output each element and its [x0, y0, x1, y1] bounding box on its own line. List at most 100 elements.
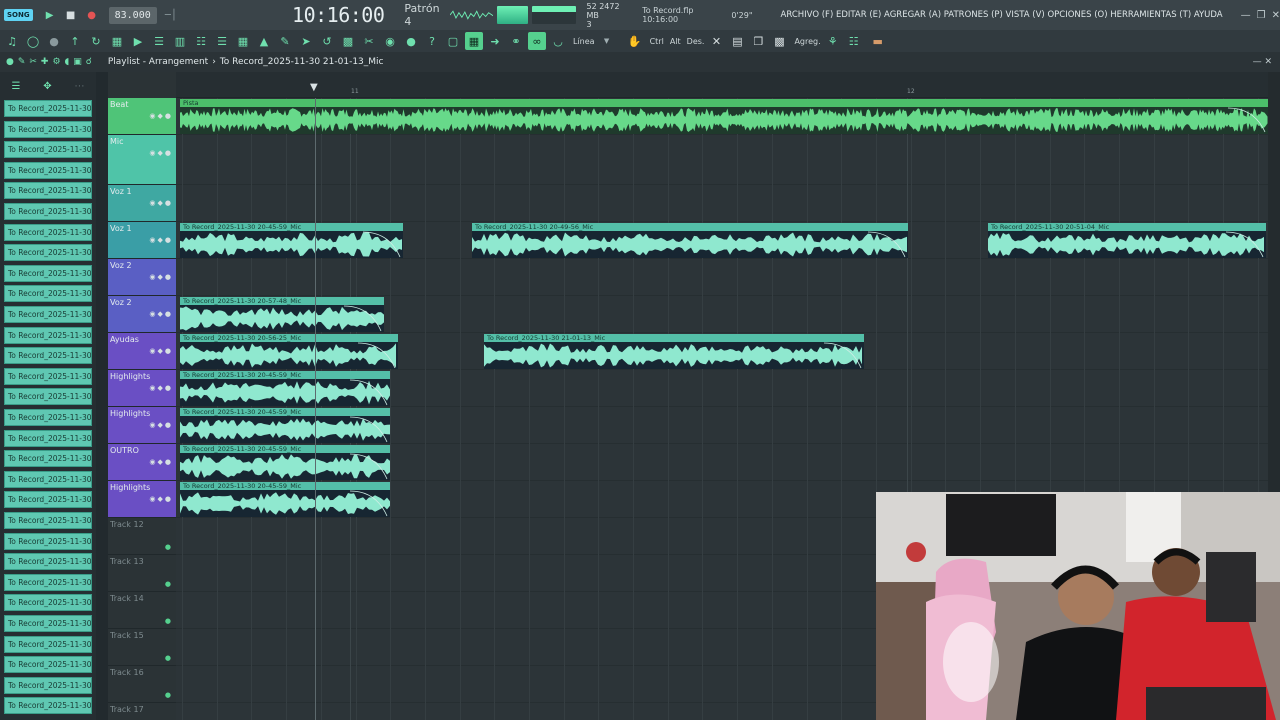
magnet-icon[interactable]: ∞: [528, 32, 546, 50]
beat-audio-clip[interactable]: Pista: [180, 99, 1268, 134]
track-name[interactable]: Track 17: [110, 705, 144, 714]
track-name[interactable]: Track 16: [110, 668, 144, 677]
picker-clip-item[interactable]: To Record_2025-11-30 2...: [4, 367, 92, 385]
cut-icon[interactable]: ✂: [360, 32, 378, 50]
track-mute-solo-icons[interactable]: ◉◆●: [149, 347, 173, 355]
picker-clip-item[interactable]: To Record_2025-11-30 2...: [4, 512, 92, 529]
picker-clip-item[interactable]: To Record_2025-11-30 2...: [4, 429, 92, 447]
audio-clip[interactable]: To Record_2025-11-30 20-56-25_Mic: [180, 334, 398, 369]
track-header[interactable]: Track 17●: [108, 703, 176, 720]
track-mute-solo-icons[interactable]: ◉◆●: [149, 421, 173, 429]
picker-clip-item[interactable]: To Record_2025-11-30 2...: [4, 491, 92, 509]
picker-clip-item[interactable]: To Record_2025-11-30 2...: [4, 409, 92, 426]
track-name[interactable]: Voz 1: [110, 224, 132, 233]
menu-items[interactable]: ARCHIVO (F) EDITAR (E) AGREGAR (A) PATRO…: [781, 10, 1223, 20]
picker-clip-item[interactable]: To Record_2025-11-30 2...: [4, 573, 92, 591]
picker-clip-item[interactable]: To Record_2025-11-30 2...: [4, 264, 92, 282]
step-edit-icon[interactable]: ▦: [108, 32, 126, 50]
picker-clip-item[interactable]: To Record_2025-11-30 2...: [4, 697, 92, 715]
track-header[interactable]: Mic ◉◆●: [108, 135, 176, 185]
track-header[interactable]: Voz 2 ◉◆●: [108, 296, 176, 333]
pattern-selector[interactable]: Patrón 4: [404, 2, 439, 28]
audio-clip[interactable]: To Record_2025-11-30 20-45-59_Mic: [180, 482, 390, 517]
main-menu[interactable]: ARCHIVO (F) EDITAR (E) AGREGAR (A) PATRO…: [781, 10, 1227, 20]
track-mute-solo-icons[interactable]: ●: [165, 654, 173, 662]
track-header[interactable]: Highlights ◉◆●: [108, 370, 176, 407]
copy-icon[interactable]: ❐: [749, 32, 767, 50]
close-icon[interactable]: ✕: [1272, 10, 1280, 21]
picker-clip-item[interactable]: To Record_2025-11-30 2...: [4, 347, 92, 365]
picker-clip-item[interactable]: To Record_2025-11-30 2...: [4, 388, 92, 406]
track-mute-solo-icons[interactable]: ●: [165, 580, 173, 588]
deselect-label[interactable]: Des.: [687, 37, 705, 46]
tempo-display[interactable]: 83.000: [108, 6, 157, 24]
track-mute-solo-icons[interactable]: ◉◆●: [149, 112, 173, 120]
picker-options-icon[interactable]: ☰: [11, 81, 20, 92]
track-mute-solo-icons[interactable]: ◉◆●: [149, 495, 173, 503]
track-name[interactable]: Track 12: [110, 520, 144, 529]
picker-clip-item[interactable]: To Record_2025-11-30 2...: [4, 285, 92, 303]
snap-grid-icon[interactable]: ▦: [465, 32, 483, 50]
track-mute-solo-icons[interactable]: ◉◆●: [149, 199, 173, 207]
audio-clip[interactable]: To Record_2025-11-30 20-49-56_Mic: [472, 223, 908, 258]
audio-clip[interactable]: To Record_2025-11-30 21-01-13_Mic: [484, 334, 864, 369]
add-label[interactable]: Agreg.: [794, 37, 820, 46]
hand-icon[interactable]: ✋: [626, 32, 644, 50]
track-header[interactable]: Track 16 ●: [108, 666, 176, 703]
track-header[interactable]: Track 15 ●: [108, 629, 176, 666]
picker-clip-item[interactable]: To Record_2025-11-30 2...: [4, 100, 92, 117]
track-mute-solo-icons[interactable]: ◉◆●: [149, 236, 173, 244]
mic-icon[interactable]: ◉: [381, 32, 399, 50]
playhead-marker-icon[interactable]: ▼: [310, 82, 318, 93]
audio-clip[interactable]: To Record_2025-11-30 20-51-04_Mic: [988, 223, 1266, 258]
track-name[interactable]: Voz 1: [110, 187, 132, 196]
picker-clip-item[interactable]: To Record_2025-11-30 2...: [4, 120, 92, 138]
snap-mode-label[interactable]: Línea: [573, 37, 595, 46]
help-icon[interactable]: ?: [423, 32, 441, 50]
picker-clip-item[interactable]: To Record_2025-11-30 2...: [4, 594, 92, 612]
playlist-icon[interactable]: ☰: [150, 32, 168, 50]
track-name[interactable]: Track 13: [110, 557, 144, 566]
blend-notes-icon[interactable]: ↑: [66, 32, 84, 50]
wait-record-icon[interactable]: ◯: [24, 32, 42, 50]
track-name[interactable]: Voz 2: [110, 261, 132, 270]
track-mute-solo-icons[interactable]: ◉◆●: [149, 458, 173, 466]
export-icon[interactable]: ▤: [728, 32, 746, 50]
track-lane[interactable]: [176, 135, 1268, 185]
channel-rack-icon[interactable]: ☷: [192, 32, 210, 50]
track-name[interactable]: Highlights: [110, 372, 150, 381]
track-mute-solo-icons[interactable]: ◉◆●: [149, 149, 173, 157]
track-lane[interactable]: [176, 185, 1268, 222]
track-mute-solo-icons[interactable]: ◉◆●: [149, 310, 173, 318]
alt-label[interactable]: Alt: [670, 37, 681, 46]
save-icon[interactable]: ▩: [339, 32, 357, 50]
track-mute-solo-icons[interactable]: ●: [165, 617, 173, 625]
track-name[interactable]: Highlights: [110, 409, 150, 418]
metronome-icon[interactable]: ♫: [3, 32, 21, 50]
picker-clip-item[interactable]: To Record_2025-11-30 2...: [4, 450, 92, 468]
audio-clip[interactable]: To Record_2025-11-30 20-45-59_Mic: [180, 445, 390, 480]
audio-clip[interactable]: To Record_2025-11-30 20-45-59_Mic: [180, 223, 403, 258]
picker-clip-item[interactable]: To Record_2025-11-30 2...: [4, 326, 92, 344]
picker-clip-item[interactable]: To Record_2025-11-30 2...: [4, 182, 92, 200]
paste-icon[interactable]: ▩: [770, 32, 788, 50]
arrow-icon[interactable]: ➜: [486, 32, 504, 50]
link-icon[interactable]: ⚭: [507, 32, 525, 50]
mixer-icon[interactable]: ☰: [213, 32, 231, 50]
playhead[interactable]: [315, 98, 316, 720]
track-name[interactable]: Track 15: [110, 631, 144, 640]
track-header[interactable]: Highlights ◉◆●: [108, 481, 176, 518]
chat-icon[interactable]: ●: [402, 32, 420, 50]
track-header[interactable]: Beat ◉◆●: [108, 98, 176, 135]
current-pattern[interactable]: To Record_2025-11-30 21-01-13_Mic: [220, 57, 384, 67]
headphones-icon[interactable]: ◡: [549, 32, 567, 50]
browser-icon[interactable]: ▦: [234, 32, 252, 50]
track-header[interactable]: Track 13 ●: [108, 555, 176, 592]
track-header[interactable]: Highlights ◉◆●: [108, 407, 176, 444]
vertical-scrollbar[interactable]: [1268, 72, 1280, 492]
snap-dropdown-icon[interactable]: ▼: [598, 32, 616, 50]
overdub-icon[interactable]: ▶: [129, 32, 147, 50]
track-name[interactable]: Mic: [110, 137, 124, 146]
timeline-ruler[interactable]: 11 12 ▼: [176, 72, 1268, 98]
restore-icon[interactable]: ❐: [1257, 10, 1266, 21]
